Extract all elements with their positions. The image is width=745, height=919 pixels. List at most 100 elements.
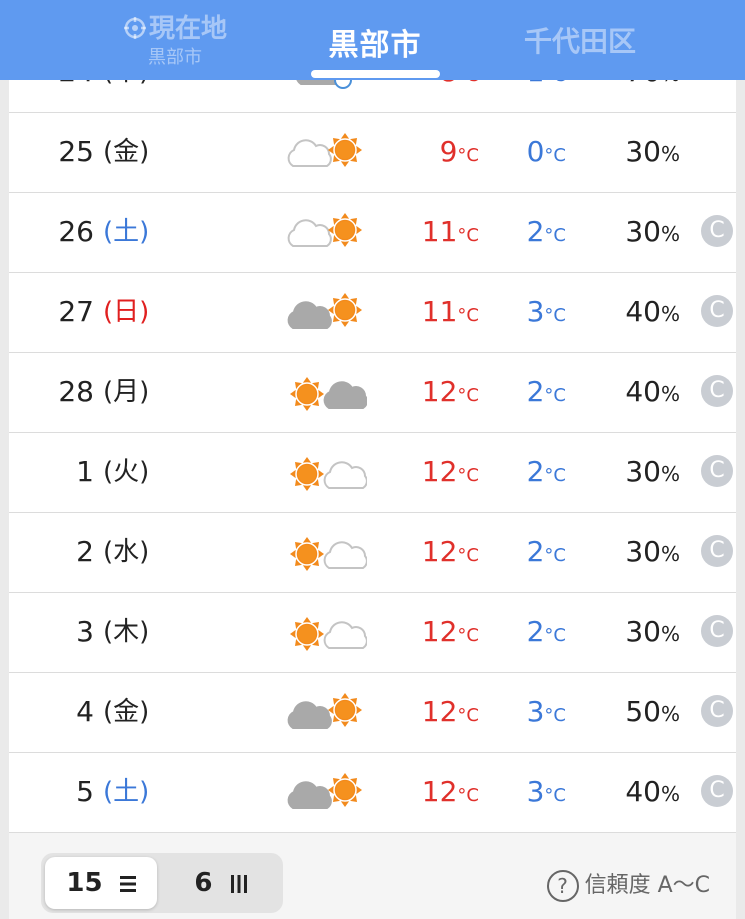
temp-unit: °C <box>544 785 566 806</box>
forecast-row[interactable]: 28 (月) 12°C 2°C 40% C <box>9 352 736 433</box>
reliability-badge[interactable]: C <box>701 535 733 567</box>
cloudy-then-sunny-icon <box>285 130 367 176</box>
day-number: 2 <box>76 535 94 568</box>
high-temp-value: 12 <box>421 375 458 408</box>
weekday-label: (土) <box>103 777 150 807</box>
reliability-badge[interactable]: C <box>701 455 733 487</box>
active-tab-indicator <box>311 70 440 78</box>
precip-probability: 40% <box>625 272 680 354</box>
low-temp-value: 2 <box>526 535 545 568</box>
high-temp-value: 11 <box>421 215 458 248</box>
weekday-label: (金) <box>103 697 150 727</box>
temp-unit: °C <box>544 305 566 326</box>
forecast-row[interactable]: 5 (土) 12°C 3°C 40% C <box>9 752 736 833</box>
tab-kurobe[interactable]: 黒部市 <box>300 0 450 80</box>
percent-unit: % <box>660 542 680 566</box>
forecast-row[interactable]: 27 (日) 11°C 3°C 40% C <box>9 272 736 353</box>
reliability-badge[interactable]: C <box>701 295 733 327</box>
reliability-help-link[interactable]: ? 信頼度 A〜C <box>546 867 710 902</box>
low-temp-value: 3 <box>526 775 545 808</box>
forecast-row[interactable]: 3 (木) 12°C 2°C 30% C <box>9 592 736 673</box>
day-number: 28 <box>58 375 94 408</box>
high-temp-value: 12 <box>421 615 458 648</box>
percent-unit: % <box>660 142 680 166</box>
high-temp-value: 12 <box>421 535 458 568</box>
column-view-icon <box>230 875 247 893</box>
forecast-row[interactable]: 4 (金) 12°C 3°C 50% C <box>9 672 736 753</box>
low-temp-value: 2 <box>526 615 545 648</box>
weekday-label: (火) <box>103 457 150 487</box>
low-temp-value: 2 <box>526 455 545 488</box>
help-icon: ? <box>546 870 579 902</box>
temp-unit: °C <box>544 625 566 646</box>
low-temp: 2°C <box>527 432 566 516</box>
high-temp-value: 11 <box>421 295 458 328</box>
day-number: 5 <box>76 775 94 808</box>
weekday-label: (水) <box>103 537 150 567</box>
temp-unit: °C <box>544 145 566 166</box>
precip-probability: 40% <box>625 752 680 834</box>
reliability-badge[interactable]: C <box>701 615 733 647</box>
temp-unit: °C <box>544 225 566 246</box>
view-6-day-button[interactable]: 6 <box>165 857 277 909</box>
temp-unit: °C <box>544 465 566 486</box>
tab-chiyoda[interactable]: 千代田区 <box>490 0 670 80</box>
percent-unit: % <box>660 462 680 486</box>
cloudy-then-sunny-icon <box>285 210 367 256</box>
temp-unit: °C <box>544 705 566 726</box>
low-temp-value: 0 <box>526 135 545 168</box>
precip-probability: 30% <box>625 592 680 674</box>
high-temp: 12°C <box>422 512 479 596</box>
reliability-badge[interactable]: C <box>701 375 733 407</box>
reliability-label: 信頼度 A〜C <box>584 873 710 898</box>
location-icon <box>123 17 146 39</box>
weekday-label: (土) <box>103 217 150 247</box>
forecast-row[interactable]: 2 (水) 12°C 2°C 30% C <box>9 512 736 593</box>
percent-unit: % <box>660 302 680 326</box>
view-15-label: 15 <box>66 868 103 898</box>
precip-probability: 30% <box>625 112 680 194</box>
sunny-then-cloudy-icon <box>285 530 368 576</box>
temp-unit: °C <box>457 625 479 646</box>
reliability-badge[interactable]: C <box>701 775 733 807</box>
list-view-icon <box>119 876 136 892</box>
reliability-badge[interactable]: C <box>701 215 733 247</box>
high-temp: 12°C <box>422 592 479 676</box>
day-number: 26 <box>58 215 94 248</box>
low-temp: 2°C <box>527 512 566 596</box>
dark-cloudy-then-sunny-icon <box>285 690 367 736</box>
weekday-label: (木) <box>103 617 150 647</box>
forecast-list[interactable]: 24(木)8°C1°C70%25(金)9°C0°C30%26(土)11°C2°C… <box>9 40 736 833</box>
reliability-badge[interactable]: C <box>701 695 733 727</box>
weekday-label: (日) <box>103 297 150 327</box>
tab-current-location-label: 現在地 <box>148 14 227 44</box>
forecast-row[interactable]: 1 (火) 12°C 2°C 30% C <box>9 432 736 513</box>
high-temp: 11°C <box>422 272 479 356</box>
tab-current-location-sublabel: 黒部市 <box>148 47 202 68</box>
precip-probability: 30% <box>625 432 680 514</box>
precip-probability: 40% <box>625 352 680 434</box>
view-15-day-button[interactable]: 15 <box>45 857 157 909</box>
tab-chiyoda-label: 千代田区 <box>523 25 636 58</box>
precip-value: 30 <box>625 455 661 488</box>
temp-unit: °C <box>544 545 566 566</box>
percent-unit: % <box>660 222 680 246</box>
temp-unit: °C <box>457 305 479 326</box>
tab-current-location[interactable]: 現在地 黒部市 <box>95 0 255 80</box>
forecast-row[interactable]: 26 (土) 11°C 2°C 30% C <box>9 192 736 273</box>
high-temp: 12°C <box>422 352 479 436</box>
temp-unit: °C <box>544 385 566 406</box>
precip-probability: 50% <box>625 672 680 754</box>
day-number: 27 <box>58 295 94 328</box>
high-temp-value: 9 <box>439 135 458 168</box>
low-temp: 2°C <box>527 352 566 436</box>
view-toggle: 15 6 <box>41 853 283 913</box>
low-temp: 3°C <box>527 672 566 756</box>
forecast-row[interactable]: 25 (金) 9°C 0°C 30% <box>9 112 736 193</box>
precip-probability: 30% <box>625 512 680 594</box>
high-temp-value: 12 <box>421 695 458 728</box>
weekday-label: (金) <box>103 137 150 167</box>
header-tab-bar: 現在地 黒部市 黒部市 千代田区 <box>0 0 745 80</box>
percent-unit: % <box>660 702 680 726</box>
footer-bar: 15 6 ? 信頼度 A〜C <box>9 833 736 919</box>
